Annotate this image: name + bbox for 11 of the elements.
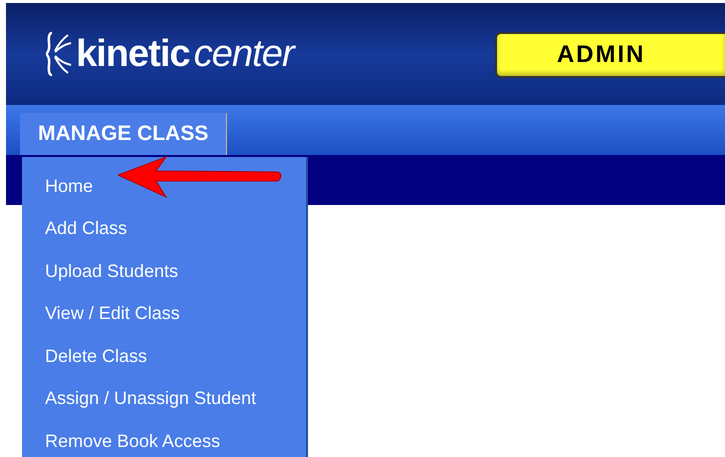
menu-item[interactable]: Assign / Unassign Student [45,385,256,412]
menu-item[interactable]: View / Edit Class [45,300,180,328]
logo-icon [46,31,72,77]
logo-text: kineticcenter [76,35,294,73]
menu-item[interactable]: Upload Students [45,258,178,285]
menu-item[interactable]: Delete Class [45,342,148,370]
role-badge: ADMIN [495,32,725,78]
nav-tab[interactable]: MANAGE CLASS [20,113,228,155]
menu-item[interactable]: Add Class [45,215,128,242]
menu-item[interactable]: Home [45,172,94,200]
menu-item[interactable]: Remove Book Access [45,428,220,455]
